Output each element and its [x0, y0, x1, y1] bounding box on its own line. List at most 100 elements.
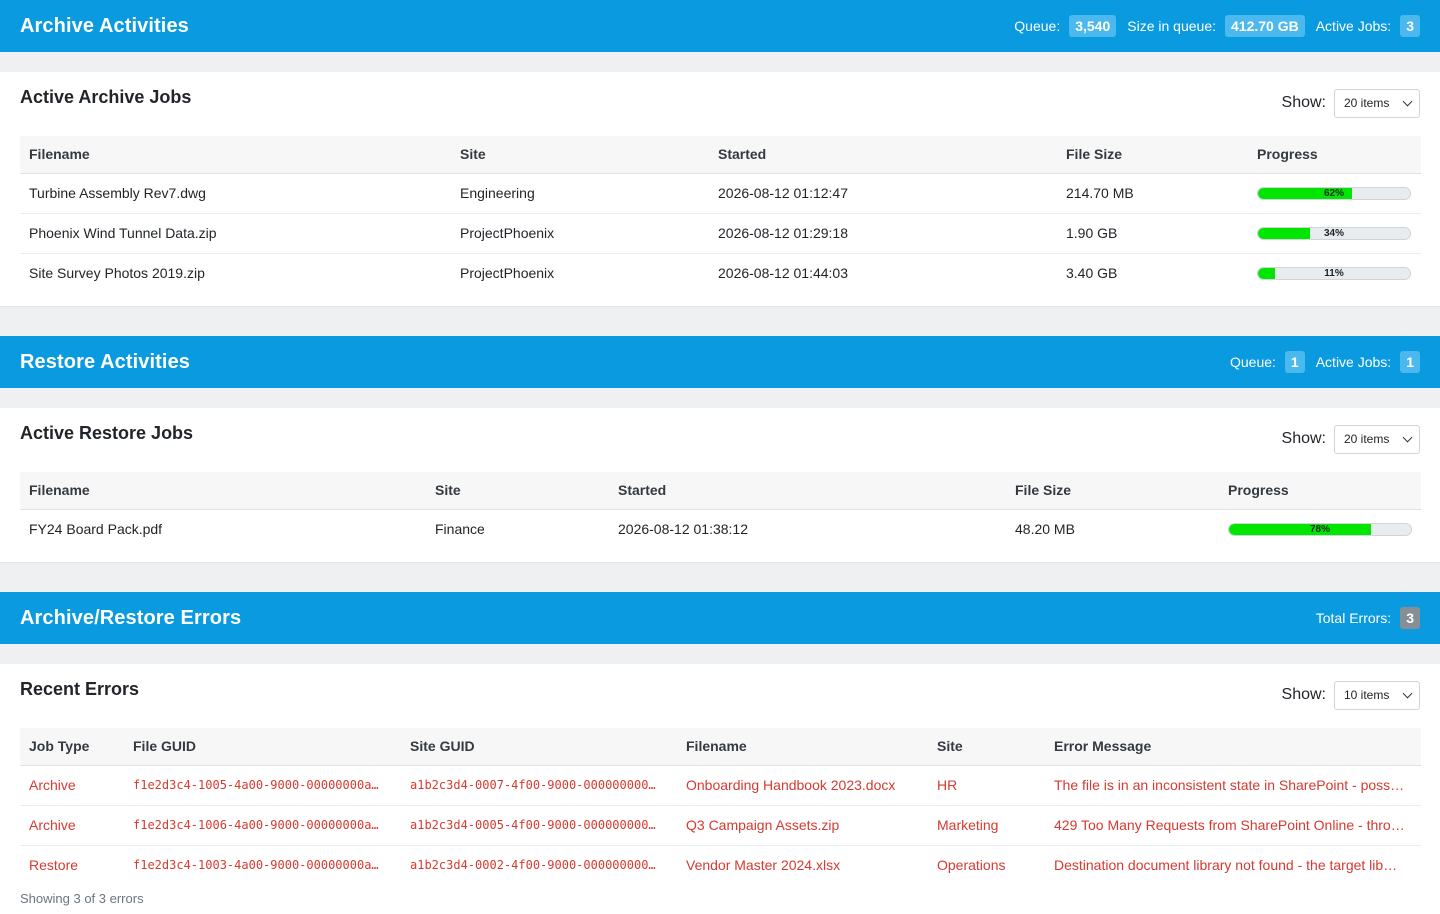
cell-file-size: 214.70 MB: [1057, 173, 1248, 214]
cell-site: HR: [928, 765, 1045, 806]
table-header-row: Filename Site Started File Size Progress: [20, 136, 1421, 174]
archive-show-label: Show:: [1281, 94, 1326, 111]
archive-jobs-table: Filename Site Started File Size Progress…: [20, 136, 1421, 293]
restore-show-label: Show:: [1281, 430, 1326, 447]
progress-text: 62%: [1323, 187, 1344, 199]
cell-site-guid: a1b2c3d4-0005-4f00-9000-000000000…: [401, 805, 677, 846]
column-header-filename[interactable]: Filename: [20, 136, 451, 174]
column-header-site[interactable]: Site: [426, 472, 609, 510]
cell-file-size: 1.90 GB: [1057, 213, 1248, 254]
column-header-site[interactable]: Site: [928, 728, 1045, 766]
column-header-filename[interactable]: Filename: [677, 728, 928, 766]
restore-jobs-label: Active Jobs:: [1315, 354, 1392, 370]
archive-header: Archive Activities Queue: 3,540 Size in …: [0, 0, 1440, 52]
cell-filename: Phoenix Wind Tunnel Data.zip: [20, 213, 451, 254]
errors-footer-note: Showing 3 of 3 errors: [20, 891, 144, 906]
cell-file-size: 48.20 MB: [1015, 521, 1075, 538]
cell-progress: 62%: [1248, 173, 1421, 214]
cell-progress: 11%: [1248, 253, 1421, 293]
chevron-down-icon: [1402, 432, 1413, 442]
archive-jobs-title: Active Archive Jobs: [20, 87, 192, 107]
archive-stats: Queue: 3,540 Size in queue: 412.70 GB Ac…: [1014, 15, 1420, 37]
table-row[interactable]: Archive f1e2d3c4-1005-4a00-9000-00000000…: [20, 765, 1421, 806]
column-header-file-size[interactable]: File Size: [1057, 136, 1248, 174]
cell-site: ProjectPhoenix: [460, 265, 555, 282]
errors-total-label: Total Errors:: [1315, 610, 1392, 626]
column-header-filename[interactable]: Filename: [20, 472, 426, 510]
progress-bar: 78%: [1228, 522, 1412, 536]
archive-queue-label: Queue:: [1014, 18, 1061, 34]
errors-total-badge: 3: [1400, 607, 1420, 629]
restore-header: Restore Activities Queue: 1 Active Jobs:…: [0, 336, 1440, 388]
archive-page-size-select[interactable]: 20 items: [1334, 88, 1420, 118]
progress-bar: 11%: [1257, 266, 1411, 280]
cell-site: ProjectPhoenix: [451, 213, 709, 254]
cell-file-guid: f1e2d3c4-1006-4a00-9000-00000000a…: [124, 805, 401, 846]
archive-jobs-badge: 3: [1400, 15, 1420, 37]
cell-site: Engineering: [451, 173, 709, 214]
chevron-down-icon: [1402, 688, 1413, 698]
cell-filename: Site Survey Photos 2019.zip: [29, 265, 205, 282]
column-header-started[interactable]: Started: [709, 136, 1057, 174]
archive-size-label: Size in queue:: [1127, 18, 1216, 34]
cell-error-message: Destination document library not found -…: [1054, 857, 1398, 874]
errors-show-label: Show:: [1281, 686, 1326, 703]
table-row[interactable]: Site Survey Photos 2019.zip ProjectPhoen…: [20, 253, 1421, 293]
cell-site-guid: a1b2c3d4-0007-4f00-9000-000000000…: [401, 765, 677, 806]
errors-page-size-select[interactable]: 10 items: [1334, 680, 1420, 710]
cell-started: 2026-08-12 01:44:03: [718, 265, 848, 282]
restore-jobs-card: Active Restore Jobs Show: 20 items Filen…: [0, 408, 1440, 563]
column-header-site[interactable]: Site: [451, 136, 709, 174]
column-header-file-size[interactable]: File Size: [1006, 472, 1219, 510]
restore-queue-label: Queue:: [1229, 354, 1276, 370]
restore-page-size-value: 20 items: [1344, 432, 1390, 446]
table-row[interactable]: FY24 Board Pack.pdf Finance 2026-08-12 0…: [20, 509, 1421, 549]
table-header-row: Filename Site Started File Size Progress: [20, 472, 1421, 510]
column-header-error-message[interactable]: Error Message: [1045, 728, 1421, 766]
table-header-row: Job Type File GUID Site GUID Filename Si…: [20, 728, 1421, 766]
cell-progress: 34%: [1248, 213, 1421, 254]
cell-started: 2026-08-12 01:29:18: [709, 213, 1057, 254]
progress-text: 11%: [1324, 267, 1344, 279]
column-header-file-guid[interactable]: File GUID: [124, 728, 401, 766]
table-row[interactable]: Archive f1e2d3c4-1006-4a00-9000-00000000…: [20, 805, 1421, 846]
cell-job-type: Restore: [29, 857, 79, 874]
archive-jobs-card: Active Archive Jobs Show: 20 items Filen…: [0, 72, 1440, 307]
progress-bar: 62%: [1257, 186, 1411, 200]
restore-stats: Queue: 1 Active Jobs: 1: [1230, 351, 1420, 373]
column-header-progress[interactable]: Progress: [1219, 472, 1421, 510]
table-row[interactable]: Turbine Assembly Rev7.dwg Engineering 20…: [20, 173, 1421, 214]
errors-table: Job Type File GUID Site GUID Filename Si…: [20, 728, 1421, 885]
cell-file-guid: f1e2d3c4-1005-4a00-9000-00000000a…: [124, 765, 401, 806]
cell-filename: Onboarding Handbook 2023.docx: [677, 765, 928, 806]
archive-size-badge: 412.70 GB: [1225, 15, 1305, 37]
cell-site: Marketing: [928, 805, 1045, 846]
cell-job-type: Archive: [20, 805, 124, 846]
restore-page-size-select[interactable]: 20 items: [1334, 424, 1420, 454]
progress-text: 78%: [1309, 523, 1330, 535]
column-header-site-guid[interactable]: Site GUID: [401, 728, 677, 766]
cell-file-size: 3.40 GB: [1066, 265, 1118, 282]
errors-title: Archive/Restore Errors: [20, 606, 242, 629]
chevron-down-icon: [1402, 96, 1413, 106]
column-header-job-type[interactable]: Job Type: [20, 728, 124, 766]
table-row[interactable]: Phoenix Wind Tunnel Data.zip ProjectPhoe…: [20, 213, 1421, 254]
errors-stats: Total Errors: 3: [1316, 607, 1420, 629]
cell-file-guid: f1e2d3c4-1003-4a00-9000-00000000a…: [133, 858, 379, 873]
cell-filename: Vendor Master 2024.xlsx: [686, 857, 841, 874]
cell-job-type: Archive: [20, 765, 124, 806]
cell-started: 2026-08-12 01:38:12: [618, 521, 748, 538]
cell-site-guid: a1b2c3d4-0002-4f00-9000-000000000…: [410, 858, 656, 873]
table-row[interactable]: Restore f1e2d3c4-1003-4a00-9000-00000000…: [20, 845, 1421, 885]
progress-bar: 34%: [1257, 226, 1411, 240]
cell-filename: FY24 Board Pack.pdf: [29, 521, 163, 538]
restore-jobs-table: Filename Site Started File Size Progress…: [20, 472, 1421, 549]
column-header-started[interactable]: Started: [609, 472, 1006, 510]
archive-page-size-value: 20 items: [1344, 96, 1390, 110]
column-header-progress[interactable]: Progress: [1248, 136, 1421, 174]
archive-title: Archive Activities: [20, 14, 189, 37]
restore-jobs-title: Active Restore Jobs: [20, 423, 194, 443]
cell-site: Operations: [937, 857, 1006, 874]
cell-filename: Turbine Assembly Rev7.dwg: [20, 173, 451, 214]
progress-text: 34%: [1323, 227, 1344, 239]
